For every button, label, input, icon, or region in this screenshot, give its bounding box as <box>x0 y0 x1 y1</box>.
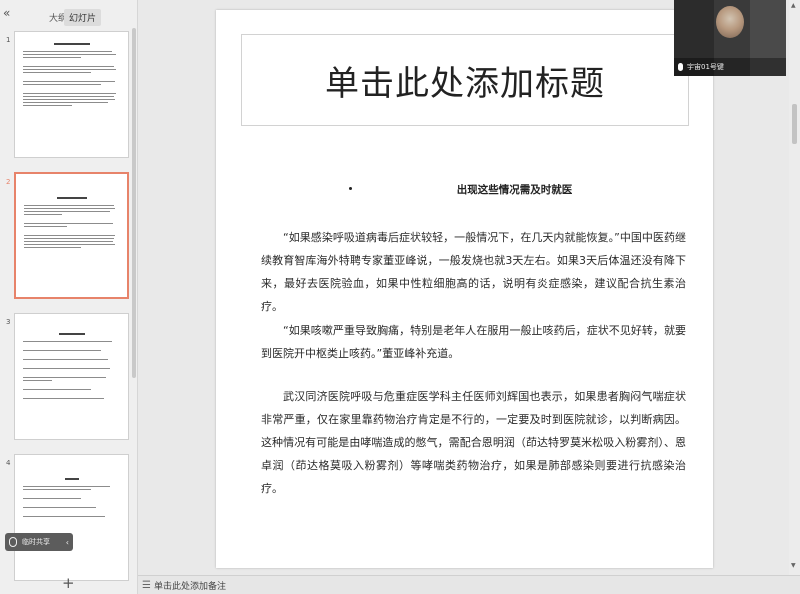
slide-thumbnail-2[interactable] <box>14 172 129 299</box>
slide-thumbnail-4[interactable] <box>14 454 129 581</box>
microphone-icon <box>9 537 17 547</box>
thumbnail-number: 4 <box>6 459 11 467</box>
share-label: 临时共享 <box>22 538 50 546</box>
collapse-pane-icon[interactable]: « <box>3 6 10 20</box>
scroll-down-icon[interactable]: ▼ <box>791 562 796 569</box>
slide-canvas[interactable]: 单击此处添加标题 出现这些情况需及时就医 “如果感染呼吸道病毒后症状较轻，一般情… <box>216 10 713 568</box>
notes-icon: ☰ <box>142 579 151 591</box>
video-caption: 宇宙01号键 <box>674 58 786 76</box>
slide-title: 单击此处添加标题 <box>325 63 605 104</box>
participant-name: 宇宙01号键 <box>687 63 724 71</box>
notes-placeholder[interactable]: 单击此处添加备注 <box>154 579 226 592</box>
body-paragraph: “如果咳嗽严重导致胸痛，特别是老年人在服用一般止咳药后，症状不见好转，就要到医院… <box>261 324 686 360</box>
body-paragraph: 武汉同济医院呼吸与危重症医学科主任医师刘辉国也表示，如果患者胸闷气喘症状非常严重… <box>261 390 686 495</box>
thumbnail-number: 2 <box>6 178 11 186</box>
slide-thumbnail-3[interactable] <box>14 313 129 440</box>
share-speaker-pill[interactable]: 临时共享 ‹ <box>5 533 73 551</box>
slide-heading: 出现这些情况需及时就医 <box>456 184 573 196</box>
microphone-icon <box>678 63 683 71</box>
participant-avatar <box>716 6 744 38</box>
slide-thumbnail-1[interactable] <box>14 31 129 158</box>
slide-thumbnail-pane: « 大纲 幻灯片 1 2 3 4 临时共享 ‹ + <box>0 0 138 594</box>
tab-slides[interactable]: 幻灯片 <box>64 9 102 26</box>
scrollbar-thumb[interactable] <box>792 104 797 144</box>
add-slide-button[interactable]: + <box>62 574 75 592</box>
editor-scrollbar[interactable]: ▲ ▼ <box>789 0 800 575</box>
thumbnail-scrollbar[interactable] <box>132 28 136 378</box>
thumbnail-number: 1 <box>6 36 11 44</box>
body-paragraph: “如果感染呼吸道病毒后症状较轻，一般情况下，在几天内就能恢复。”中国中医药继续教… <box>261 231 686 313</box>
chevron-left-icon[interactable]: ‹ <box>66 538 73 547</box>
video-tile[interactable]: 宇宙01号键 <box>674 0 786 76</box>
scroll-up-icon[interactable]: ▲ <box>791 2 796 9</box>
notes-bar[interactable]: ☰ 单击此处添加备注 <box>138 575 800 594</box>
thumbnail-number: 3 <box>6 318 11 326</box>
title-placeholder[interactable]: 单击此处添加标题 <box>241 34 689 126</box>
